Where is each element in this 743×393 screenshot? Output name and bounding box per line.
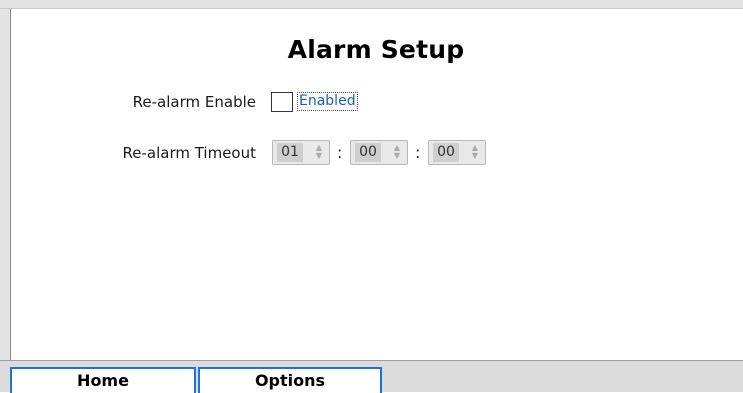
minutes-value[interactable]: 00 xyxy=(355,143,381,162)
chevron-down-icon[interactable]: ▼ xyxy=(391,152,403,160)
page-title: Alarm Setup xyxy=(287,35,465,64)
realarm-enable-checkbox-text[interactable]: Enabled xyxy=(297,92,358,111)
realarm-enable-checkbox[interactable] xyxy=(271,92,293,112)
hours-value[interactable]: 01 xyxy=(277,143,303,162)
bottom-nav-bar: Home Options xyxy=(0,360,743,393)
home-button[interactable]: Home xyxy=(10,367,196,393)
app-window: Alarm Setup Re-alarm Enable Enabled Re-a… xyxy=(0,0,743,393)
seconds-spin-arrows[interactable]: ▲ ▼ xyxy=(469,144,481,161)
seconds-value[interactable]: 00 xyxy=(433,143,459,162)
options-button[interactable]: Options xyxy=(198,367,382,393)
chevron-down-icon[interactable]: ▼ xyxy=(469,152,481,160)
main-content: Alarm Setup xyxy=(11,9,743,360)
minutes-spinbox[interactable]: 00 ▲ ▼ xyxy=(350,140,408,165)
realarm-enable-label: Re-alarm Enable xyxy=(132,93,256,111)
realarm-timeout-label: Re-alarm Timeout xyxy=(122,144,257,162)
seconds-spinbox[interactable]: 00 ▲ ▼ xyxy=(428,140,486,165)
time-separator: : xyxy=(415,143,421,162)
time-separator: : xyxy=(337,143,343,162)
chevron-down-icon[interactable]: ▼ xyxy=(313,152,325,160)
hours-spinbox[interactable]: 01 ▲ ▼ xyxy=(272,140,330,165)
top-border xyxy=(0,0,743,9)
hours-spin-arrows[interactable]: ▲ ▼ xyxy=(313,144,325,161)
minutes-spin-arrows[interactable]: ▲ ▼ xyxy=(391,144,403,161)
